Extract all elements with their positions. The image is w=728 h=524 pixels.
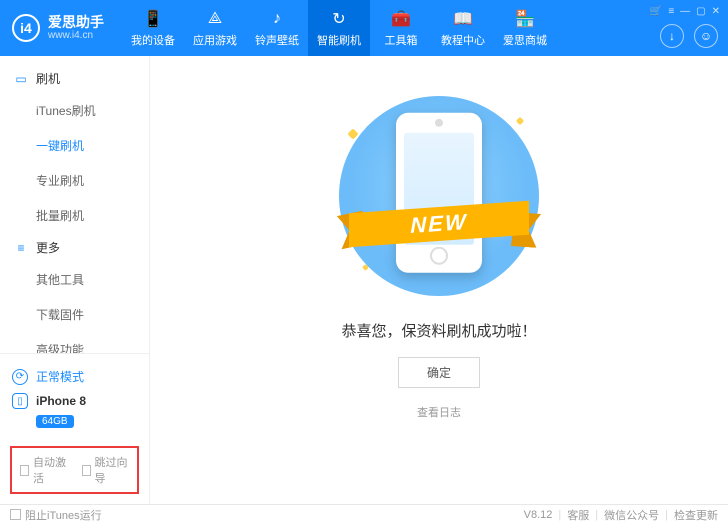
nav-label: 应用游戏 bbox=[193, 32, 237, 48]
nav-label: 爱思商城 bbox=[503, 32, 547, 48]
topbar: i4 爱思助手 www.i4.cn 📱 我的设备 ⟁ 应用游戏 ♪ 铃声壁纸 ↻ 智能刷机 🧰 工… bbox=[0, 0, 728, 56]
mode-row[interactable]: ⟳ 正常模式 bbox=[12, 364, 137, 389]
ok-button[interactable]: 确定 bbox=[398, 357, 480, 388]
success-illustration: NEW bbox=[329, 96, 549, 296]
mode-label: 正常模式 bbox=[36, 368, 84, 385]
sidebar-item-0-1[interactable]: 一键刷机 bbox=[0, 128, 149, 163]
sidebar-group-icon: ≡ bbox=[14, 241, 28, 255]
options-box: 自动激活跳过向导 bbox=[10, 446, 139, 494]
minimize-icon[interactable]: — bbox=[680, 6, 690, 17]
sidebar-group-icon: ▭ bbox=[14, 72, 28, 86]
device-row[interactable]: ▯ iPhone 8 bbox=[12, 389, 137, 413]
nav-label: 工具箱 bbox=[385, 32, 418, 48]
sidebar-group-title: 刷机 bbox=[36, 70, 60, 87]
brand-name: 爱思助手 bbox=[48, 15, 104, 30]
user-button[interactable]: ☺ bbox=[694, 24, 718, 48]
mode-icon: ⟳ bbox=[12, 369, 28, 385]
nav-item-4[interactable]: 🧰 工具箱 bbox=[370, 0, 432, 56]
option-0[interactable]: 自动激活 bbox=[20, 454, 68, 486]
nav-icon: ↻ bbox=[329, 9, 349, 29]
nav-icon: 📱 bbox=[143, 9, 163, 29]
sidebar-item-0-0[interactable]: iTunes刷机 bbox=[0, 93, 149, 128]
option-1[interactable]: 跳过向导 bbox=[82, 454, 130, 486]
nav-icon: ⟁ bbox=[205, 9, 225, 29]
body: ▭ 刷机 iTunes刷机一键刷机专业刷机批量刷机 ≡ 更多其他工具下载固件高级功能 ⟳… bbox=[0, 56, 728, 504]
device-icon: ▯ bbox=[12, 393, 28, 409]
nav-icon: ♪ bbox=[267, 9, 287, 29]
brand-url: www.i4.cn bbox=[48, 30, 104, 41]
block-itunes-label: 阻止iTunes运行 bbox=[25, 507, 102, 523]
nav-icon: 📖 bbox=[453, 9, 473, 29]
version-label: V8.12 bbox=[524, 509, 553, 521]
nav-item-1[interactable]: ⟁ 应用游戏 bbox=[184, 0, 246, 56]
ribbon-text: NEW bbox=[349, 201, 529, 248]
nav-item-5[interactable]: 📖 教程中心 bbox=[432, 0, 494, 56]
sidebar-item-1-2[interactable]: 高级功能 bbox=[0, 332, 149, 353]
nav-item-0[interactable]: 📱 我的设备 bbox=[122, 0, 184, 56]
nav-label: 铃声壁纸 bbox=[255, 32, 299, 48]
checkbox-icon bbox=[20, 465, 29, 476]
option-label: 自动激活 bbox=[33, 454, 67, 486]
nav-item-6[interactable]: 🏪 爱思商城 bbox=[494, 0, 556, 56]
brand-logo-icon: i4 bbox=[12, 14, 40, 42]
sidebar: ▭ 刷机 iTunes刷机一键刷机专业刷机批量刷机 ≡ 更多其他工具下载固件高级功能 ⟳… bbox=[0, 56, 150, 504]
status-bar: 阻止iTunes运行 V8.12 | 客服 | 微信公众号 | 检查更新 bbox=[0, 504, 728, 524]
sidebar-item-0-2[interactable]: 专业刷机 bbox=[0, 163, 149, 198]
device-name: iPhone 8 bbox=[36, 394, 86, 408]
new-ribbon: NEW bbox=[349, 199, 529, 249]
sidebar-item-1-0[interactable]: 其他工具 bbox=[0, 262, 149, 297]
view-log-link[interactable]: 查看日志 bbox=[417, 404, 461, 420]
sidebar-item-1-1[interactable]: 下载固件 bbox=[0, 297, 149, 332]
main-pane: NEW 恭喜您，保资料刷机成功啦！ 确定 查看日志 bbox=[150, 56, 728, 504]
nav-label: 教程中心 bbox=[441, 32, 485, 48]
wechat-link[interactable]: 微信公众号 bbox=[604, 507, 659, 523]
main-nav: 📱 我的设备 ⟁ 应用游戏 ♪ 铃声壁纸 ↻ 智能刷机 🧰 工具箱 📖 教程中心 🏪 爱思商城 bbox=[122, 0, 556, 56]
nav-label: 我的设备 bbox=[131, 32, 175, 48]
checkbox-icon bbox=[82, 465, 91, 476]
option-label: 跳过向导 bbox=[95, 454, 129, 486]
success-message: 恭喜您，保资料刷机成功啦！ bbox=[341, 320, 536, 341]
window-controls: 🛒 ≡ — ▢ ✕ bbox=[650, 6, 720, 17]
block-itunes-checkbox[interactable]: 阻止iTunes运行 bbox=[10, 507, 102, 523]
top-right-actions: ↓ ☺ bbox=[660, 24, 718, 48]
close-icon[interactable]: ✕ bbox=[712, 6, 720, 17]
sidebar-item-0-3[interactable]: 批量刷机 bbox=[0, 198, 149, 233]
nav-icon: 🏪 bbox=[515, 9, 535, 29]
maximize-icon[interactable]: ▢ bbox=[696, 6, 705, 17]
cart-icon[interactable]: 🛒 bbox=[650, 6, 662, 17]
download-button[interactable]: ↓ bbox=[660, 24, 684, 48]
nav-item-3[interactable]: ↻ 智能刷机 bbox=[308, 0, 370, 56]
nav-label: 智能刷机 bbox=[317, 32, 361, 48]
support-link[interactable]: 客服 bbox=[567, 507, 589, 523]
sidebar-bottom: ⟳ 正常模式 ▯ iPhone 8 64GB bbox=[0, 353, 149, 438]
sidebar-group-header: ≡ 更多 bbox=[0, 233, 149, 262]
sidebar-group-title: 更多 bbox=[36, 239, 60, 256]
nav-item-2[interactable]: ♪ 铃声壁纸 bbox=[246, 0, 308, 56]
device-capacity-badge: 64GB bbox=[36, 415, 74, 428]
check-update-link[interactable]: 检查更新 bbox=[674, 507, 718, 523]
nav-icon: 🧰 bbox=[391, 9, 411, 29]
brand: i4 爱思助手 www.i4.cn bbox=[0, 14, 104, 42]
brand-text: 爱思助手 www.i4.cn bbox=[48, 15, 104, 41]
menu-icon[interactable]: ≡ bbox=[668, 6, 674, 17]
sidebar-group-header: ▭ 刷机 bbox=[0, 64, 149, 93]
